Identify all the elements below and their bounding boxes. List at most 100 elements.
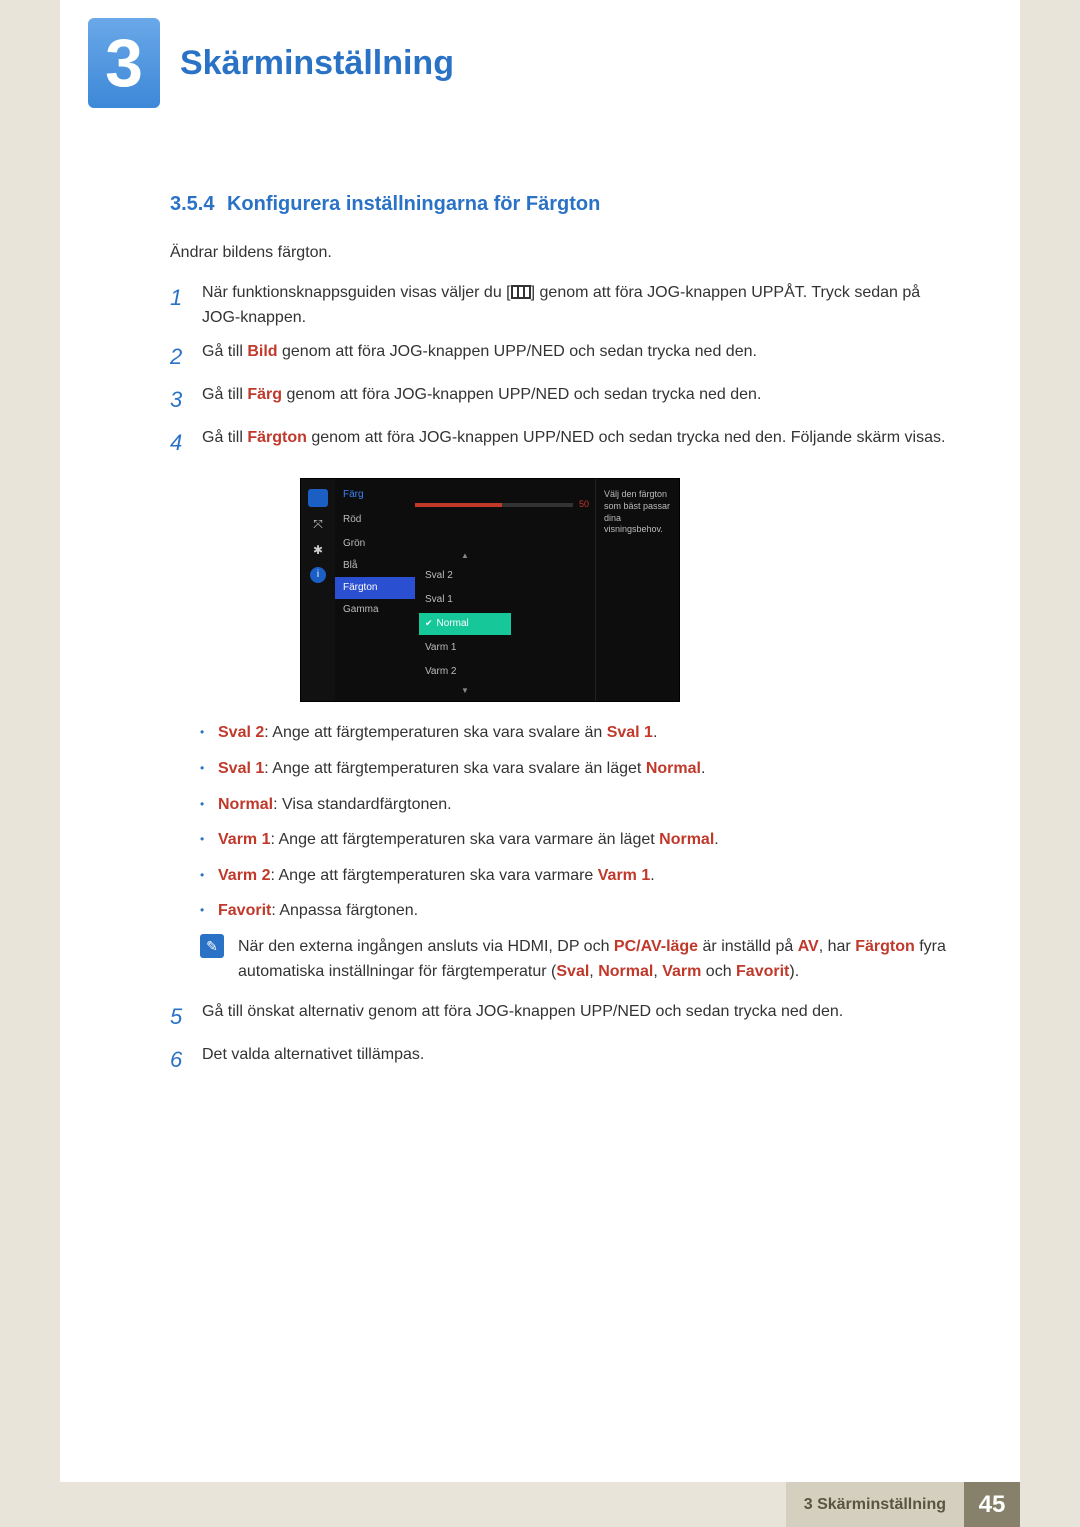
step-body: Gå till Färg genom att föra JOG-knappen … [202,382,960,417]
bullet-text: . [653,724,657,741]
note-text: är inställd på [698,938,798,955]
bullet-list: Sval 2: Ange att färgtemperaturen ska va… [200,720,960,924]
list-item: Varm 1: Ange att färgtemperaturen ska va… [200,827,960,853]
page: 3 Skärminställning 3.5.4 Konfigurera ins… [60,0,1020,1482]
step-text: Gå till [202,386,247,403]
bullet-text: : Anpassa färgtonen. [271,902,418,919]
step-body: När funktionsknappsguiden visas väljer d… [202,280,960,331]
step-number: 4 [170,425,188,460]
osd-menu-item: Gamma [335,599,415,621]
osd-option: Varm 1 [419,637,511,659]
step-number: 3 [170,382,188,417]
bullet-text: : Ange att färgtemperaturen ska vara var… [270,867,597,884]
section-heading: 3.5.4 Konfigurera inställningarna för Fä… [170,188,960,220]
step-text: genom att föra JOG-knappen UPP/NED och s… [278,343,757,360]
list-item: Favorit: Anpassa färgtonen. [200,898,960,924]
list-item: Normal: Visa standardfärgtonen. [200,792,960,818]
page-footer: 3 Skärminställning 45 [60,1482,1020,1527]
step-6: 6 Det valda alternativet tillämpas. [170,1042,960,1077]
bullet-text: . [650,867,654,884]
osd-middle: 50 ▲ Sval 2 Sval 1 Normal Varm 1 Varm 2 … [415,479,595,701]
step-number: 1 [170,280,188,331]
step-body: Gå till Bild genom att föra JOG-knappen … [202,339,960,374]
step-body: Det valda alternativet tillämpas. [202,1042,960,1077]
step-2: 2 Gå till Bild genom att föra JOG-knappe… [170,339,960,374]
footer-label: 3 Skärminställning [786,1482,964,1527]
osd-icon-rail: ⤧ ✱ i [301,479,335,701]
note-text: , [589,963,598,980]
bold-term: Normal [598,963,653,980]
bold-term: Färgton [855,938,915,955]
note-text: , [653,963,662,980]
bullet-text: : Ange att färgtemperaturen ska vara var… [270,831,659,848]
note-icon: ✎ [200,934,224,958]
osd-help-text: Välj den färgton som bäst passar dina vi… [595,479,679,701]
step-list-cont: 5 Gå till önskat alternativ genom att fö… [170,999,960,1077]
osd-menu-item: Röd [335,509,369,531]
bold-term: Färgton [247,429,307,446]
bullet-text: . [701,760,705,777]
osd-option: Sval 2 [419,565,511,587]
osd-menu-item-selected: Färgton [335,577,415,599]
step-list: 1 När funktionsknappsguiden visas väljer… [170,280,960,461]
osd-menu-header: Färg [335,487,415,507]
section-title: Konfigurera inställningarna för Färgton [227,193,600,215]
list-item: Varm 2: Ange att färgtemperaturen ska va… [200,863,960,889]
section-number: 3.5.4 [170,193,214,215]
step-number: 2 [170,339,188,374]
bold-term: Normal [659,831,714,848]
osd-options: ▲ Sval 2 Sval 1 Normal Varm 1 Varm 2 ▼ [415,514,515,702]
bold-term: Varm 1 [598,867,650,884]
page-number: 45 [964,1482,1020,1527]
step-text: Gå till [202,429,247,446]
section-intro: Ändrar bildens färgton. [170,240,960,266]
bold-term: Varm [662,963,701,980]
note-text: , har [819,938,855,955]
note: ✎ När den externa ingången ansluts via H… [200,934,960,985]
note-text: ). [789,963,799,980]
step-text: genom att föra JOG-knappen UPP/NED och s… [282,386,761,403]
chapter-header: 3 Skärminställning [60,0,1020,108]
osd-option: Varm 2 [419,661,511,683]
bold-term: Favorit [736,963,789,980]
osd-option-checked: Normal [419,613,511,635]
chevron-up-icon: ▲ [419,550,511,563]
chevron-down-icon: ▼ [419,685,511,698]
bold-term: Varm 1 [218,831,270,848]
list-item: Sval 2: Ange att färgtemperaturen ska va… [200,720,960,746]
step-body: Gå till önskat alternativ genom att föra… [202,999,960,1034]
step-1: 1 När funktionsknappsguiden visas väljer… [170,280,960,331]
osd-menu: Färg Röd Grön Blå Färgton Gamma [335,479,415,701]
osd-menu-item: Grön [335,533,415,555]
bold-term: Sval [556,963,589,980]
step-text: Gå till [202,343,247,360]
step-4: 4 Gå till Färgton genom att föra JOG-kna… [170,425,960,460]
bold-term: Varm 2 [218,867,270,884]
bold-term: Sval 1 [218,760,264,777]
note-text: När den externa ingången ansluts via HDM… [238,934,960,985]
bullet-text: : Ange att färgtemperaturen ska vara sva… [264,760,646,777]
step-text: genom att föra JOG-knappen UPP/NED och s… [307,429,946,446]
note-text: När den externa ingången ansluts via HDM… [238,938,614,955]
osd-screenshot: ⤧ ✱ i Färg Röd Grön Blå Färgton Gamma 50 [300,478,680,702]
step-3: 3 Gå till Färg genom att föra JOG-knappe… [170,382,960,417]
info-icon: i [310,567,326,583]
bullet-text: : Ange att färgtemperaturen ska vara sva… [264,724,606,741]
step-5: 5 Gå till önskat alternativ genom att fö… [170,999,960,1034]
bold-term: Färg [247,386,282,403]
bullet-text: . [714,831,718,848]
bold-term: Favorit [218,902,271,919]
display-icon [308,489,328,507]
bold-term: PC/AV-läge [614,938,698,955]
osd-slider-value: 50 [579,497,589,511]
step-number: 6 [170,1042,188,1077]
bold-term: Sval 1 [607,724,653,741]
content-area: 3.5.4 Konfigurera inställningarna för Fä… [60,108,1020,1077]
bold-term: Bild [247,343,277,360]
chapter-number-badge: 3 [88,18,160,108]
gear-icon: ✱ [308,541,328,559]
menu-icon [511,285,531,299]
step-text: När funktionsknappsguiden visas väljer d… [202,284,511,301]
osd-option: Sval 1 [419,589,511,611]
step-body: Gå till Färgton genom att föra JOG-knapp… [202,425,960,460]
